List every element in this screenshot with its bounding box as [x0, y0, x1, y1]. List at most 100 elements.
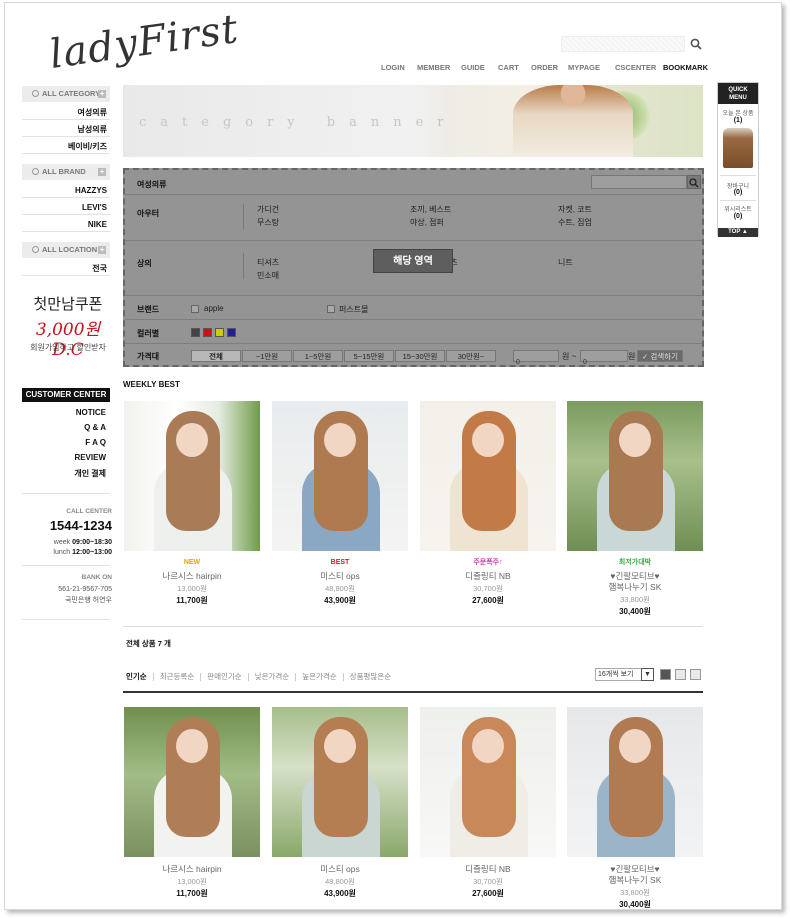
cc-notice-link[interactable]: NOTICE [22, 408, 106, 417]
price-range-button[interactable]: 30만원~ [446, 350, 496, 362]
category-banner[interactable]: category banner [123, 85, 703, 157]
product-image[interactable] [420, 401, 556, 551]
price-range-button[interactable]: 전체 [191, 350, 241, 362]
chevron-down-icon[interactable]: ▼ [641, 668, 654, 681]
search-icon[interactable] [689, 37, 703, 51]
detail-view-icon[interactable] [690, 669, 701, 680]
sort-option[interactable]: 낮은가격순 [255, 671, 290, 682]
product-image[interactable] [420, 707, 556, 857]
product-card[interactable]: NEW 나르시스 hairpin 13,000원 11,700원 [124, 401, 260, 606]
filter-option[interactable]: 니트 [558, 257, 573, 268]
wishlist-label[interactable]: 위시리스트 [718, 204, 758, 213]
product-name[interactable]: 나르시스 hairpin [124, 864, 260, 875]
product-card[interactable]: 미스티 ops 48,800원 43,900원 [272, 707, 408, 899]
filter-option[interactable]: 민소매 [257, 270, 279, 281]
list-view-icon[interactable] [675, 669, 686, 680]
price-search-button[interactable]: ✓ 검색하기 [637, 350, 683, 362]
product-image[interactable] [272, 401, 408, 551]
product-image[interactable] [124, 401, 260, 551]
brand-checkbox[interactable] [327, 305, 335, 313]
product-name[interactable]: 나르시스 hairpin [124, 571, 260, 582]
plus-icon[interactable]: + [98, 246, 106, 254]
nav-login[interactable]: LOGIN [381, 63, 417, 72]
filter-search-button[interactable] [687, 175, 701, 189]
grid-view-icon[interactable] [660, 669, 671, 680]
filter-option[interactable]: 티셔츠 [257, 257, 279, 268]
product-name[interactable]: ♥긴팔모티브♥ 햄복나누기 SK [567, 571, 703, 593]
product-name[interactable]: 미스티 ops [272, 571, 408, 582]
product-image[interactable] [567, 401, 703, 551]
site-logo[interactable]: ladyFirst [47, 6, 242, 79]
product-card[interactable]: 주문폭주↑ 디즐링티 NB 30,700원 27,600원 [420, 401, 556, 606]
sort-option[interactable]: 판매인기순 [207, 671, 242, 682]
product-name[interactable]: 디즐링티 NB [420, 864, 556, 875]
nav-cscenter[interactable]: CSCENTER [615, 63, 663, 72]
cc-payment-link[interactable]: 개인 결제 [22, 468, 106, 479]
nav-order[interactable]: ORDER [531, 63, 568, 72]
plus-icon[interactable]: + [98, 168, 106, 176]
product-image[interactable] [124, 707, 260, 857]
product-card[interactable]: 디즐링티 NB 30,700원 27,600원 [420, 707, 556, 899]
sort-option[interactable]: 상품평많은순 [350, 671, 391, 682]
nav-member[interactable]: MEMBER [417, 63, 461, 72]
sidebar-item-kids[interactable]: 베이비/키즈 [22, 139, 110, 154]
nav-cart[interactable]: CART [498, 63, 531, 72]
back-to-top-button[interactable]: TOP ▲ [718, 228, 758, 237]
color-swatch[interactable] [227, 328, 236, 337]
filter-search-input[interactable] [591, 175, 687, 189]
filter-option[interactable]: 자켓, 코트 [558, 204, 592, 215]
coupon-caption[interactable]: 회원가입하고 할인받자 [23, 342, 113, 353]
price-range-button[interactable]: 5~15만원 [344, 350, 394, 362]
sidebar-brand-nike[interactable]: NIKE [22, 217, 110, 232]
product-name[interactable]: ♥긴팔모티브♥ 햄복나누기 SK [567, 864, 703, 886]
brand-option[interactable]: apple [204, 304, 224, 313]
sidebar-item-men[interactable]: 남성의류 [22, 122, 110, 137]
product-name[interactable]: 디즐링티 NB [420, 571, 556, 582]
sidebar-brand-levis[interactable]: LEVI'S [22, 200, 110, 215]
nav-mypage[interactable]: MYPAGE [568, 63, 615, 72]
sidebar-brand-hazzys[interactable]: HAZZYS [22, 183, 110, 198]
product-image[interactable] [272, 707, 408, 857]
nav-guide[interactable]: GUIDE [461, 63, 498, 72]
color-swatch[interactable] [215, 328, 224, 337]
product-card[interactable]: 최저가대박 ♥긴팔모티브♥ 햄복나누기 SK 33,800원 30,400원 [567, 401, 703, 617]
sidebar-category-head[interactable]: ALL CATEGORY + [22, 86, 110, 102]
filter-option[interactable]: 무스탕 [257, 217, 279, 228]
price-range-button[interactable]: 15~30만원 [395, 350, 445, 362]
product-card[interactable]: BEST 미스티 ops 48,800원 43,900원 [272, 401, 408, 606]
sort-option[interactable]: 최근등록순 [160, 671, 195, 682]
per-page-select[interactable]: 16개씩 보기 [595, 668, 645, 681]
filter-option[interactable]: 수트, 집업 [558, 217, 592, 228]
coupon-title[interactable]: 첫만남쿠폰 [23, 293, 113, 314]
sort-option[interactable]: 높은가격순 [302, 671, 337, 682]
color-swatch[interactable] [203, 328, 212, 337]
sort-option[interactable]: 인기순 [126, 671, 147, 682]
recent-product-thumbnail[interactable] [723, 128, 753, 168]
price-range-button[interactable]: 1~5만원 [293, 350, 343, 362]
cc-review-link[interactable]: REVIEW [22, 453, 106, 462]
product-card[interactable]: ♥긴팔모티브♥ 햄복나누기 SK 33,800원 30,400원 [567, 707, 703, 909]
product-name[interactable]: 미스티 ops [272, 864, 408, 875]
filter-option[interactable]: 야상, 점퍼 [410, 217, 444, 228]
filter-option[interactable]: 조끼, 베스트 [410, 204, 451, 215]
cc-faq-link[interactable]: F A Q [22, 438, 106, 447]
filter-option[interactable]: 가디건 [257, 204, 279, 215]
sidebar-brand-head[interactable]: ALL BRAND + [22, 164, 110, 180]
price-range-button[interactable]: ~1만원 [242, 350, 292, 362]
coupon-amount[interactable]: 3,000원 D.C [23, 315, 113, 360]
sidebar-location-all[interactable]: 전국 [22, 261, 110, 276]
header-search-input[interactable] [561, 36, 685, 52]
sidebar-location-head[interactable]: ALL LOCATION + [22, 242, 110, 258]
plus-icon[interactable]: + [98, 90, 106, 98]
max-price-input[interactable]: 0 [580, 350, 628, 366]
sidebar-item-women[interactable]: 여성의류 [22, 105, 110, 120]
brand-option[interactable]: 퍼스트몰 [339, 304, 368, 315]
product-card[interactable]: 나르시스 hairpin 13,000원 11,700원 [124, 707, 260, 899]
cc-qna-link[interactable]: Q & A [22, 423, 106, 432]
recent-label[interactable]: 오늘 본 상품 [718, 108, 758, 117]
nav-bookmark[interactable]: BOOKMARK [663, 63, 708, 72]
color-swatch[interactable] [191, 328, 200, 337]
product-image[interactable] [567, 707, 703, 857]
brand-checkbox[interactable] [191, 305, 199, 313]
min-price-input[interactable]: 0 [513, 350, 559, 366]
